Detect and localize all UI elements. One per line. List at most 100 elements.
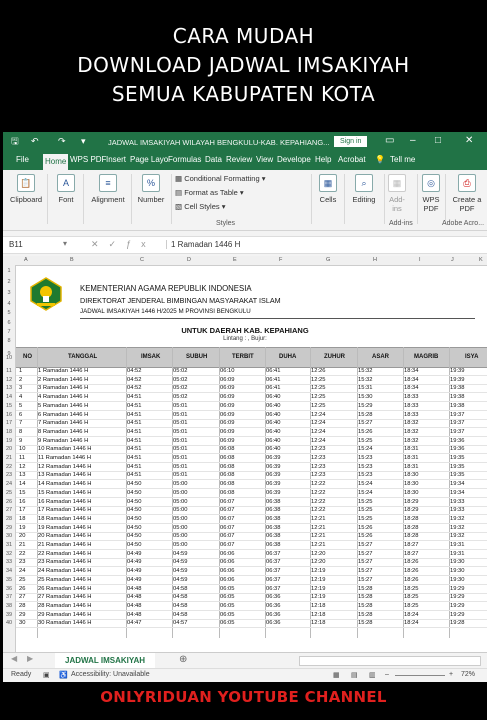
row-number[interactable]: 17 [3, 420, 15, 426]
table-cell[interactable]: 04:51 [127, 403, 142, 409]
table-cell[interactable]: 15:23 [358, 472, 373, 478]
table-cell[interactable]: 04:49 [127, 551, 142, 557]
table-cell[interactable]: 04:51 [127, 472, 142, 478]
table-cell[interactable]: 12:22 [311, 499, 326, 505]
table-cell[interactable]: 12:24 [311, 438, 326, 444]
table-cell[interactable]: 04:50 [127, 542, 142, 548]
table-cell[interactable]: 06:05 [220, 620, 235, 626]
tab-data[interactable]: Data [205, 155, 222, 164]
row-number[interactable]: 13 [3, 385, 15, 391]
row-number[interactable]: 34 [3, 568, 15, 574]
table-cell[interactable]: 18:25 [404, 594, 419, 600]
table-cell[interactable]: 04:49 [127, 559, 142, 565]
table-row[interactable]: 18 18 Ramadan 1446 H 04:50 05:00 06:07 06:38 1… [16, 515, 487, 524]
table-cell[interactable]: 15:24 [358, 490, 373, 496]
table-cell[interactable]: 12:22 [311, 490, 326, 496]
table-cell[interactable]: 19:29 [450, 603, 465, 609]
table-cell[interactable]: 15:23 [358, 464, 373, 470]
cell-styles-button[interactable]: ▧ Cell Styles ▾ [175, 202, 225, 211]
row-number[interactable]: 22 [3, 464, 15, 470]
table-cell[interactable]: 23 [19, 559, 25, 565]
table-cell[interactable]: 15:28 [358, 594, 373, 600]
table-cell[interactable]: 15 Ramadan 1446 H [38, 490, 92, 496]
table-cell[interactable]: 11 Ramadan 1446 H [38, 455, 91, 461]
table-cell[interactable]: 12:23 [311, 455, 326, 461]
table-cell[interactable]: 19:37 [450, 420, 465, 426]
table-cell[interactable]: 12:21 [311, 516, 326, 522]
table-cell[interactable]: 04:49 [127, 568, 142, 574]
table-row[interactable]: 23 23 Ramadan 1446 H 04:49 04:59 06:06 06:37 1… [16, 558, 487, 568]
table-cell[interactable]: 12:18 [311, 603, 326, 609]
table-cell[interactable]: 04:52 [127, 385, 142, 391]
table-cell[interactable]: 22 [19, 551, 25, 557]
table-cell[interactable]: 06:37 [266, 586, 281, 592]
table-cell[interactable]: 19:29 [450, 586, 465, 592]
table-cell[interactable]: 19:33 [450, 507, 465, 513]
table-cell[interactable]: 10 Ramadan 1446 H [38, 446, 92, 452]
table-cell[interactable]: 7 Ramadan 1446 H [38, 420, 88, 426]
table-cell[interactable]: 19:31 [450, 551, 465, 557]
table-cell[interactable]: 26 Ramadan 1446 H [38, 586, 92, 592]
tab-home[interactable]: Home [43, 154, 69, 170]
normal-view-icon[interactable]: ▦ [333, 671, 340, 679]
table-cell[interactable]: 06:40 [266, 446, 281, 452]
table-cell[interactable]: 24 Ramadan 1446 H [38, 568, 92, 574]
table-cell[interactable]: 18:34 [404, 385, 419, 391]
table-cell[interactable]: 15:27 [358, 559, 373, 565]
table-cell[interactable]: 05:00 [173, 481, 188, 487]
table-cell[interactable]: 18:34 [404, 368, 419, 374]
table-row[interactable]: 1 1 Ramadan 1446 H 04:52 05:02 06:10 06:41 12:… [16, 367, 487, 376]
table-cell[interactable]: 04:52 [127, 377, 142, 383]
formula-input[interactable]: 1 Ramadan 1446 H [166, 240, 240, 249]
table-cell[interactable]: 19:30 [450, 559, 465, 565]
table-cell[interactable]: 04:50 [127, 490, 142, 496]
table-cell[interactable]: 06:40 [266, 420, 281, 426]
table-cell[interactable]: 06:09 [220, 403, 235, 409]
table-cell[interactable]: 1 [19, 368, 22, 374]
row-number[interactable]: 28 [3, 516, 15, 522]
row-number[interactable]: 14 [3, 394, 15, 400]
table-cell[interactable]: 18:28 [404, 533, 419, 539]
table-cell[interactable]: 15:31 [358, 385, 373, 391]
table-cell[interactable]: 19:37 [450, 412, 465, 418]
table-cell[interactable]: 18:28 [404, 516, 419, 522]
page-layout-view-icon[interactable]: ▤ [351, 671, 358, 679]
table-cell[interactable]: 18 Ramadan 1446 H [38, 516, 92, 522]
table-cell[interactable]: 18:26 [404, 568, 419, 574]
tab-page-layout[interactable]: Page Layo [130, 155, 168, 164]
table-cell[interactable]: 06:40 [266, 403, 281, 409]
table-cell[interactable]: 06:07 [220, 516, 235, 522]
table-cell[interactable]: 15:27 [358, 542, 373, 548]
table-row[interactable]: 19 19 Ramadan 1446 H 04:50 05:00 06:07 06:38 1… [16, 524, 487, 533]
undo-icon[interactable]: ↶ [31, 136, 39, 147]
customize-qat-icon[interactable]: ▾ [81, 136, 86, 147]
insert-function-icon[interactable]: ƒx [126, 239, 156, 249]
table-cell[interactable]: 05:01 [173, 420, 188, 426]
table-cell[interactable]: 16 [19, 499, 25, 505]
table-cell[interactable]: 12:23 [311, 446, 326, 452]
table-cell[interactable]: 18:33 [404, 412, 419, 418]
table-cell[interactable]: 15:30 [358, 394, 373, 400]
table-cell[interactable]: 05:01 [173, 446, 188, 452]
table-cell[interactable]: 05:00 [173, 542, 188, 548]
table-cell[interactable]: 06:37 [266, 577, 281, 583]
table-cell[interactable]: 06:06 [220, 559, 235, 565]
table-cell[interactable]: 06:39 [266, 490, 281, 496]
table-cell[interactable]: 06:09 [220, 420, 235, 426]
table-cell[interactable]: 19:38 [450, 394, 465, 400]
table-cell[interactable]: 12:22 [311, 481, 326, 487]
tab-acrobat[interactable]: Acrobat [338, 155, 366, 164]
table-row[interactable]: 11 11 Ramadan 1446 H 04:51 05:01 06:08 06:39 1… [16, 454, 487, 463]
row-number[interactable]: 10 [3, 355, 15, 361]
table-cell[interactable]: 06:08 [220, 455, 235, 461]
table-cell[interactable]: 15:28 [358, 412, 373, 418]
tab-file[interactable]: File [16, 155, 29, 164]
table-cell[interactable]: 23 Ramadan 1446 H [38, 559, 92, 565]
table-cell[interactable]: 05:00 [173, 490, 188, 496]
table-cell[interactable]: 06:39 [266, 481, 281, 487]
table-row[interactable]: 5 5 Ramadan 1446 H 04:51 05:01 06:09 06:40 12:… [16, 402, 487, 411]
table-cell[interactable]: 04:48 [127, 612, 142, 618]
column-header[interactable]: D [187, 257, 191, 263]
table-cell[interactable]: 21 Ramadan 1446 H [38, 542, 92, 548]
table-cell[interactable]: 12:23 [311, 464, 326, 470]
